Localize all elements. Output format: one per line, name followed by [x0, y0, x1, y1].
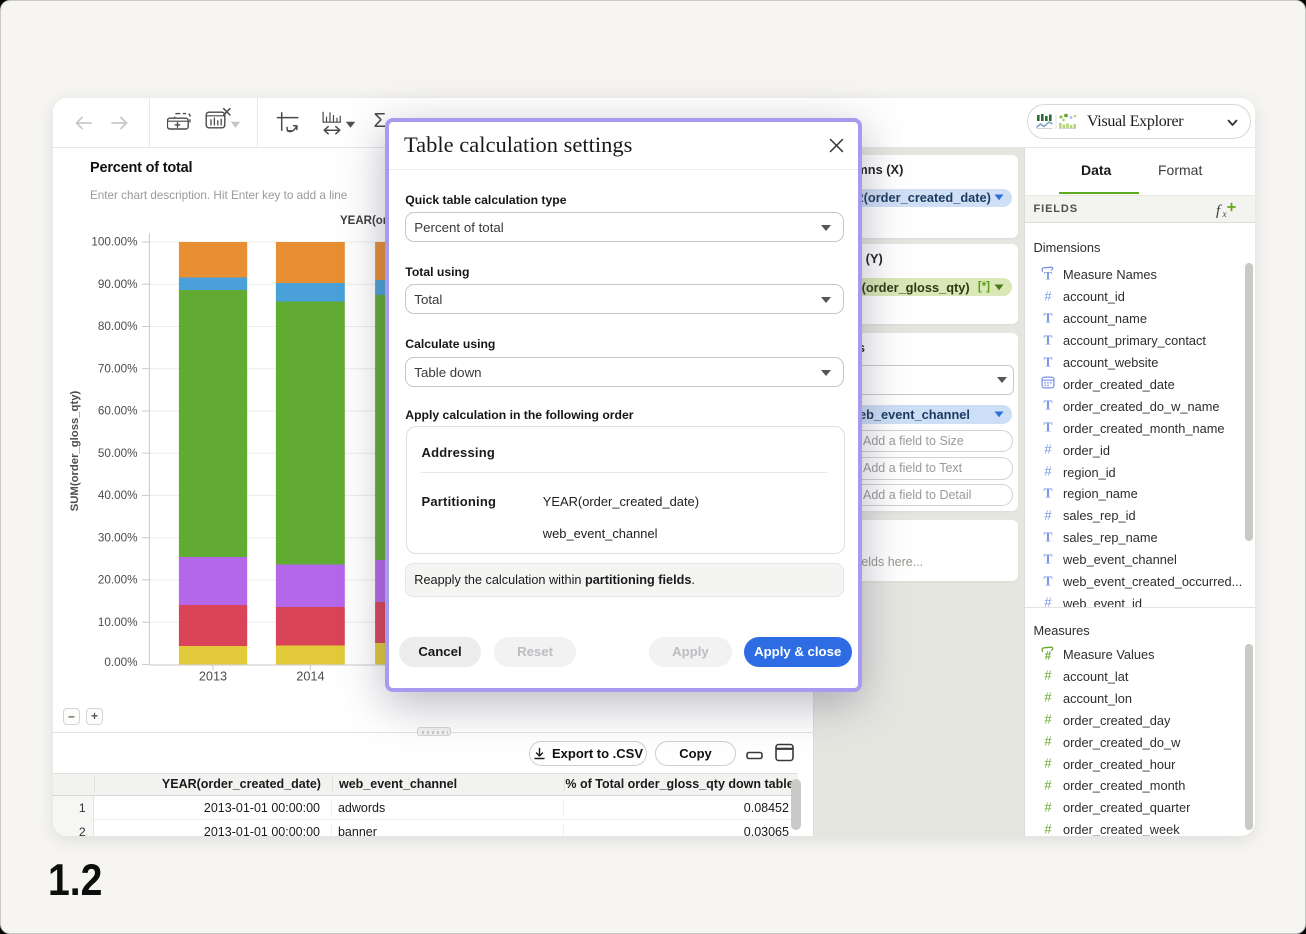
svg-text:90.00%: 90.00%: [98, 278, 138, 291]
svg-text:20.00%: 20.00%: [98, 574, 138, 587]
svg-text:40.00%: 40.00%: [98, 489, 138, 502]
svg-text:10.00%: 10.00%: [98, 616, 138, 629]
svg-text:2013: 2013: [199, 670, 227, 684]
svg-text:60.00%: 60.00%: [98, 405, 138, 418]
svg-text:0.00%: 0.00%: [104, 656, 137, 669]
svg-text:70.00%: 70.00%: [98, 362, 138, 375]
svg-text:SUM(order_gloss_qty): SUM(order_gloss_qty): [69, 391, 81, 512]
svg-text:50.00%: 50.00%: [98, 447, 138, 460]
svg-text:f: f: [1216, 203, 1222, 219]
svg-text:2014: 2014: [296, 670, 324, 684]
svg-text:80.00%: 80.00%: [98, 320, 138, 333]
svg-text:x: x: [1222, 209, 1227, 219]
svg-text:30.00%: 30.00%: [98, 531, 138, 544]
svg-text:100.00%: 100.00%: [91, 236, 137, 249]
